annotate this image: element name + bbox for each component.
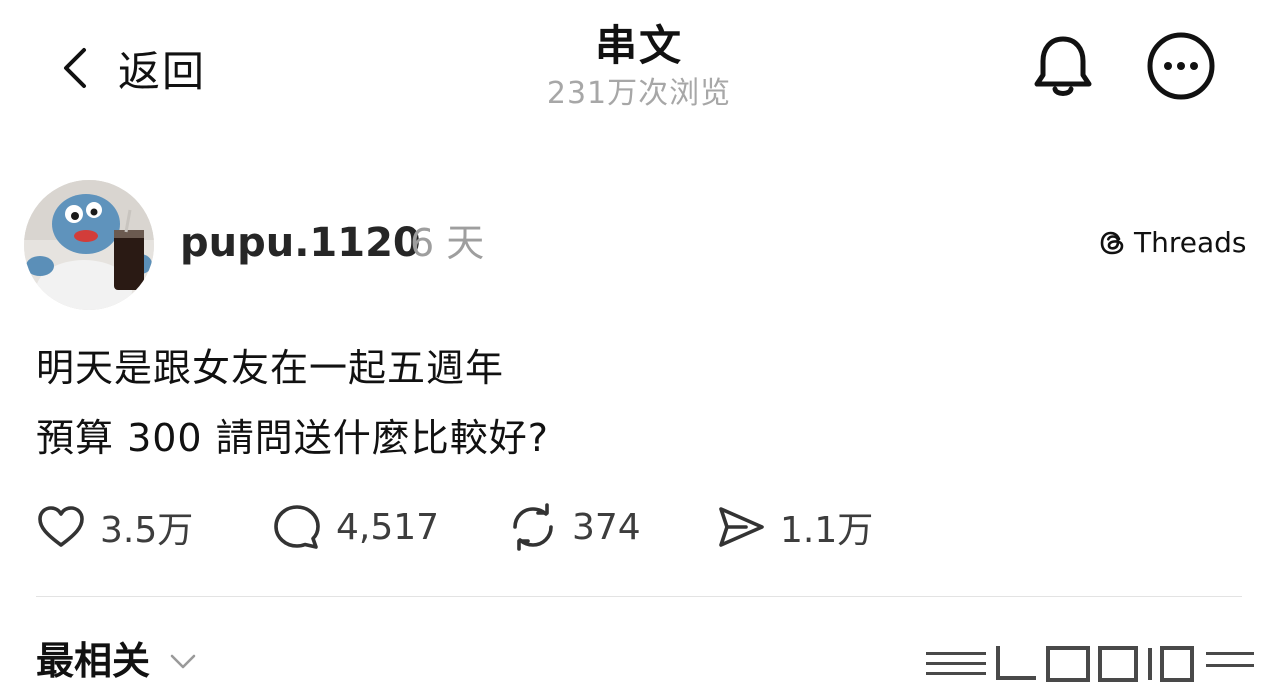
repost-count: 374 bbox=[572, 506, 641, 548]
bell-icon bbox=[1034, 36, 1092, 96]
threads-logo-icon bbox=[1100, 231, 1124, 254]
comment-icon bbox=[274, 505, 320, 549]
chevron-down-icon bbox=[170, 654, 196, 669]
repost-button[interactable]: 374 bbox=[508, 502, 641, 552]
back-button[interactable]: 返回 bbox=[58, 38, 206, 98]
repost-icon bbox=[513, 503, 553, 551]
post-text-line-1: 明天是跟女友在一起五週年 bbox=[36, 346, 505, 390]
chevron-left-icon bbox=[64, 48, 86, 88]
threads-brand: Threads bbox=[1098, 226, 1247, 259]
username[interactable]: pupu.1120 bbox=[180, 218, 421, 268]
reply-button[interactable]: 4,517 bbox=[272, 502, 439, 552]
brand-label: Threads bbox=[1134, 226, 1247, 259]
sort-label: 最相关 bbox=[36, 639, 151, 683]
reply-count: 4,517 bbox=[336, 506, 440, 548]
notification-button[interactable] bbox=[1028, 31, 1098, 101]
divider bbox=[36, 596, 1242, 597]
back-label: 返回 bbox=[118, 46, 207, 96]
avatar[interactable] bbox=[24, 180, 154, 310]
share-button[interactable]: 1.1万 bbox=[716, 502, 873, 552]
like-count: 3.5万 bbox=[100, 510, 194, 551]
sort-dropdown[interactable]: 最相关 bbox=[36, 636, 200, 686]
share-count: 1.1万 bbox=[780, 510, 874, 551]
post-text-line-2: 預算 300 請問送什麼比較好? bbox=[36, 416, 549, 460]
send-icon bbox=[719, 507, 764, 547]
post-time: 6 天 bbox=[410, 221, 485, 265]
more-icon bbox=[1147, 32, 1215, 100]
like-button[interactable]: 3.5万 bbox=[36, 502, 193, 552]
more-options-button[interactable] bbox=[1146, 31, 1216, 101]
avatar-image bbox=[24, 180, 154, 310]
watermark bbox=[926, 646, 1254, 682]
heart-icon bbox=[38, 506, 84, 547]
